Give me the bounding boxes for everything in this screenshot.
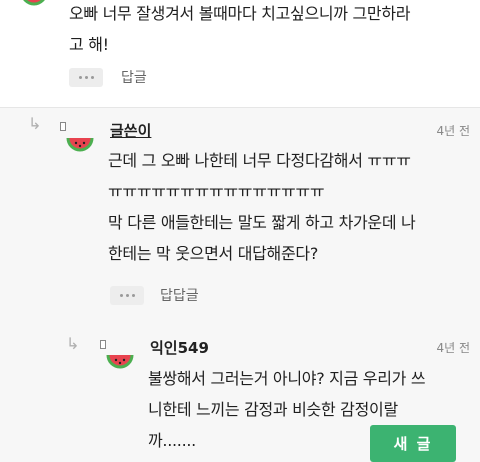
badge-icon: [60, 122, 66, 131]
reply-link[interactable]: 답답글: [160, 285, 199, 305]
author-name[interactable]: 익인549: [150, 337, 209, 358]
dot: [131, 294, 135, 297]
reply-line: 한테는 막 웃으면서 대답해준다?: [108, 244, 319, 263]
watermelon-avatar-icon: [106, 354, 134, 369]
comment-line: 오빠 너무 잘생겨서 볼때마다 치고싶으니까 그만하라: [69, 4, 411, 23]
reply-line: 막 다른 애들한테는 말도 짧게 하고 차가운데 나: [108, 213, 416, 232]
author-name[interactable]: 글쓴이: [110, 120, 151, 141]
dot: [90, 76, 94, 79]
reply-line: 니한테 느끼는 감정과 비슷한 감정이랄: [148, 400, 398, 419]
comment-line: 고 해!: [69, 35, 109, 54]
dot: [84, 76, 88, 79]
watermelon-avatar-icon: [66, 137, 94, 152]
new-post-button[interactable]: 새 글: [370, 425, 456, 462]
reply-arrow-icon: ↳: [66, 334, 80, 353]
reply-line: ㅠㅠㅠㅠㅠㅠㅠㅠㅠㅠㅠㅠㅠㅠㅠ: [108, 182, 325, 201]
dot: [125, 294, 129, 297]
reply-line: 불쌍해서 그러는거 아니야? 지금 우리가 쓰: [148, 369, 426, 388]
reply-arrow-icon: ↳: [28, 114, 42, 133]
comment-text: 오빠 너무 잘생겨서 볼때마다 치고싶으니까 그만하라 고 해!: [69, 0, 479, 60]
more-dots-icon: [119, 294, 123, 297]
more-dots-icon: [78, 76, 82, 79]
reply-text: 근데 그 오빠 나한테 너무 다정다감해서 ㅠㅠㅠ ㅠㅠㅠㅠㅠㅠㅠㅠㅠㅠㅠㅠㅠㅠ…: [108, 145, 478, 269]
reply-link[interactable]: 답글: [121, 67, 147, 87]
reply-line: 근데 그 오빠 나한테 너무 다정다감해서 ㅠㅠㅠ: [108, 151, 411, 170]
timestamp: 4년 전: [436, 341, 470, 355]
divider: [0, 107, 480, 108]
more-options-button[interactable]: [110, 286, 144, 305]
timestamp: 4년 전: [436, 124, 470, 138]
watermelon-avatar-icon: [23, 0, 45, 6]
more-options-button[interactable]: [69, 68, 103, 87]
badge-icon: [100, 340, 106, 349]
